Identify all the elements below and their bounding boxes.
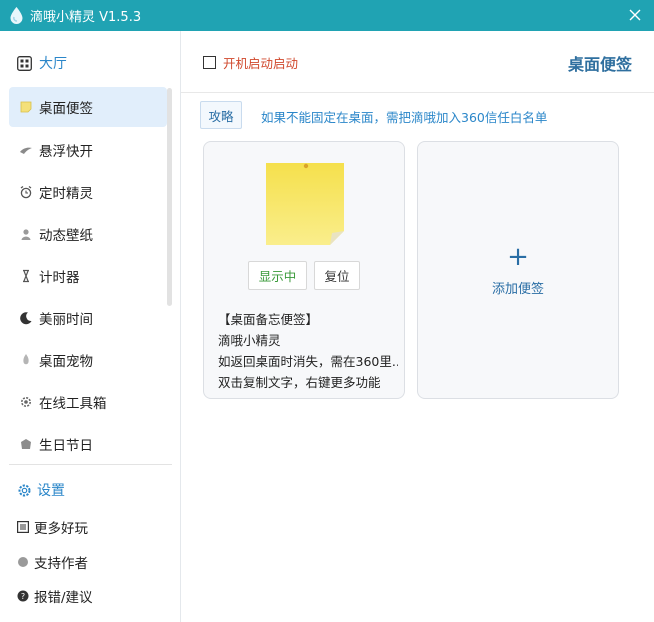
autostart-checkbox[interactable] — [203, 56, 216, 69]
main-header: 开机启动启动 桌面便签 — [181, 31, 654, 93]
sticky-note-card[interactable]: 显示中 复位 【桌面备忘便签】 滴哦小精灵 如返回桌面时消失，需在360里...… — [203, 141, 405, 399]
list-icon — [17, 521, 29, 533]
dot-icon — [17, 556, 29, 568]
sidebar-item-beautiful-time[interactable]: 美丽时间 — [9, 297, 167, 339]
sidebar-item-label: 桌面便签 — [39, 101, 93, 117]
help-icon: ? — [17, 590, 29, 602]
sidebar-item-label: 美丽时间 — [39, 312, 93, 328]
note-line: 双击复制文字，右键更多功能 — [218, 375, 381, 390]
alarm-clock-icon — [18, 184, 34, 200]
note-line: 滴哦小精灵 — [218, 333, 281, 348]
sidebar-item-float-launch[interactable]: 悬浮快开 — [9, 129, 167, 171]
hourglass-icon — [18, 268, 34, 284]
sticky-note-preview — [266, 163, 344, 245]
plus-icon: + — [507, 241, 529, 272]
gear-icon — [17, 483, 32, 498]
sidebar-settings[interactable]: 设置 — [17, 478, 65, 502]
sidebar-item-label: 桌面宠物 — [39, 354, 93, 370]
wallpaper-icon — [18, 226, 34, 242]
main-panel: 开机启动启动 桌面便签 攻略 如果不能固定在桌面，需把滴哦加入360信任白名单 … — [181, 31, 654, 622]
sidebar-item-timer[interactable]: 计时器 — [9, 255, 167, 297]
note-line: 【桌面备忘便签】 — [218, 312, 319, 327]
water-drop-icon — [10, 7, 24, 25]
svg-text:?: ? — [21, 592, 25, 601]
sidebar-item-label: 悬浮快开 — [39, 144, 93, 160]
sidebar-settings-label: 设置 — [37, 483, 65, 499]
close-button[interactable] — [626, 6, 644, 24]
sidebar-hall[interactable]: 大厅 — [0, 49, 180, 77]
note-content: 【桌面备忘便签】 滴哦小精灵 如返回桌面时消失，需在360里... 双击复制文字… — [218, 309, 398, 393]
pet-icon — [18, 352, 34, 368]
float-launch-icon — [18, 142, 34, 158]
sidebar-item-live-wallpaper[interactable]: 动态壁纸 — [9, 213, 167, 255]
gift-icon — [18, 436, 34, 452]
autostart-toggle[interactable]: 开机启动启动 — [203, 53, 298, 72]
title-bar: 滴哦小精灵 V1.5.3 — [0, 0, 654, 31]
reset-button[interactable]: 复位 — [314, 261, 360, 290]
add-note-label: 添加便签 — [491, 281, 544, 297]
whitelist-hint: 如果不能固定在桌面，需把滴哦加入360信任白名单 — [261, 110, 548, 125]
sidebar-footer-label: 支持作者 — [34, 556, 88, 572]
sidebar-item-label: 生日节日 — [39, 438, 93, 454]
sidebar-footer-label: 更多好玩 — [34, 521, 88, 537]
sticky-note-icon — [18, 99, 34, 115]
sidebar-more-fun[interactable]: 更多好玩 — [17, 516, 88, 538]
sidebar-item-label: 动态壁纸 — [39, 228, 93, 244]
sidebar-nav: 桌面便签 悬浮快开 定时精灵 动态壁纸 计时器 美丽时间 桌面宠物 在线工具箱 … — [9, 87, 167, 465]
sidebar: 大厅 桌面便签 悬浮快开 定时精灵 动态壁纸 计时器 美丽时间 桌面宠物 在线工… — [0, 31, 181, 622]
note-line: 如返回桌面时消失，需在360里... — [218, 354, 398, 369]
sidebar-item-label: 计时器 — [39, 270, 80, 286]
sidebar-footer-label: 报错/建议 — [34, 590, 93, 606]
sidebar-hall-label: 大厅 — [39, 56, 67, 72]
sidebar-item-timer-sprite[interactable]: 定时精灵 — [9, 171, 167, 213]
toolbox-gear-icon — [18, 394, 34, 410]
sidebar-item-birthday-festival[interactable]: 生日节日 — [9, 423, 167, 465]
sidebar-support-author[interactable]: 支持作者 — [17, 551, 88, 573]
sidebar-item-label: 定时精灵 — [39, 186, 93, 202]
sidebar-item-desktop-pet[interactable]: 桌面宠物 — [9, 339, 167, 381]
sidebar-item-online-toolbox[interactable]: 在线工具箱 — [9, 381, 167, 423]
sidebar-item-label: 在线工具箱 — [39, 396, 107, 412]
sidebar-feedback[interactable]: ? 报错/建议 — [17, 585, 93, 607]
grid-icon — [17, 55, 32, 71]
page-title: 桌面便签 — [567, 55, 632, 74]
add-note-card[interactable]: + 添加便签 — [417, 141, 619, 399]
window-title: 滴哦小精灵 V1.5.3 — [30, 10, 142, 25]
autostart-label: 开机启动启动 — [223, 56, 299, 71]
sidebar-item-sticky-notes[interactable]: 桌面便签 — [9, 87, 167, 127]
guide-button[interactable]: 攻略 — [200, 101, 242, 129]
note-actions: 显示中 复位 — [248, 261, 360, 290]
showing-button[interactable]: 显示中 — [248, 261, 307, 290]
moon-icon — [18, 310, 34, 326]
close-icon — [629, 9, 641, 21]
sidebar-divider — [9, 464, 172, 465]
sidebar-scrollbar[interactable] — [167, 88, 172, 306]
